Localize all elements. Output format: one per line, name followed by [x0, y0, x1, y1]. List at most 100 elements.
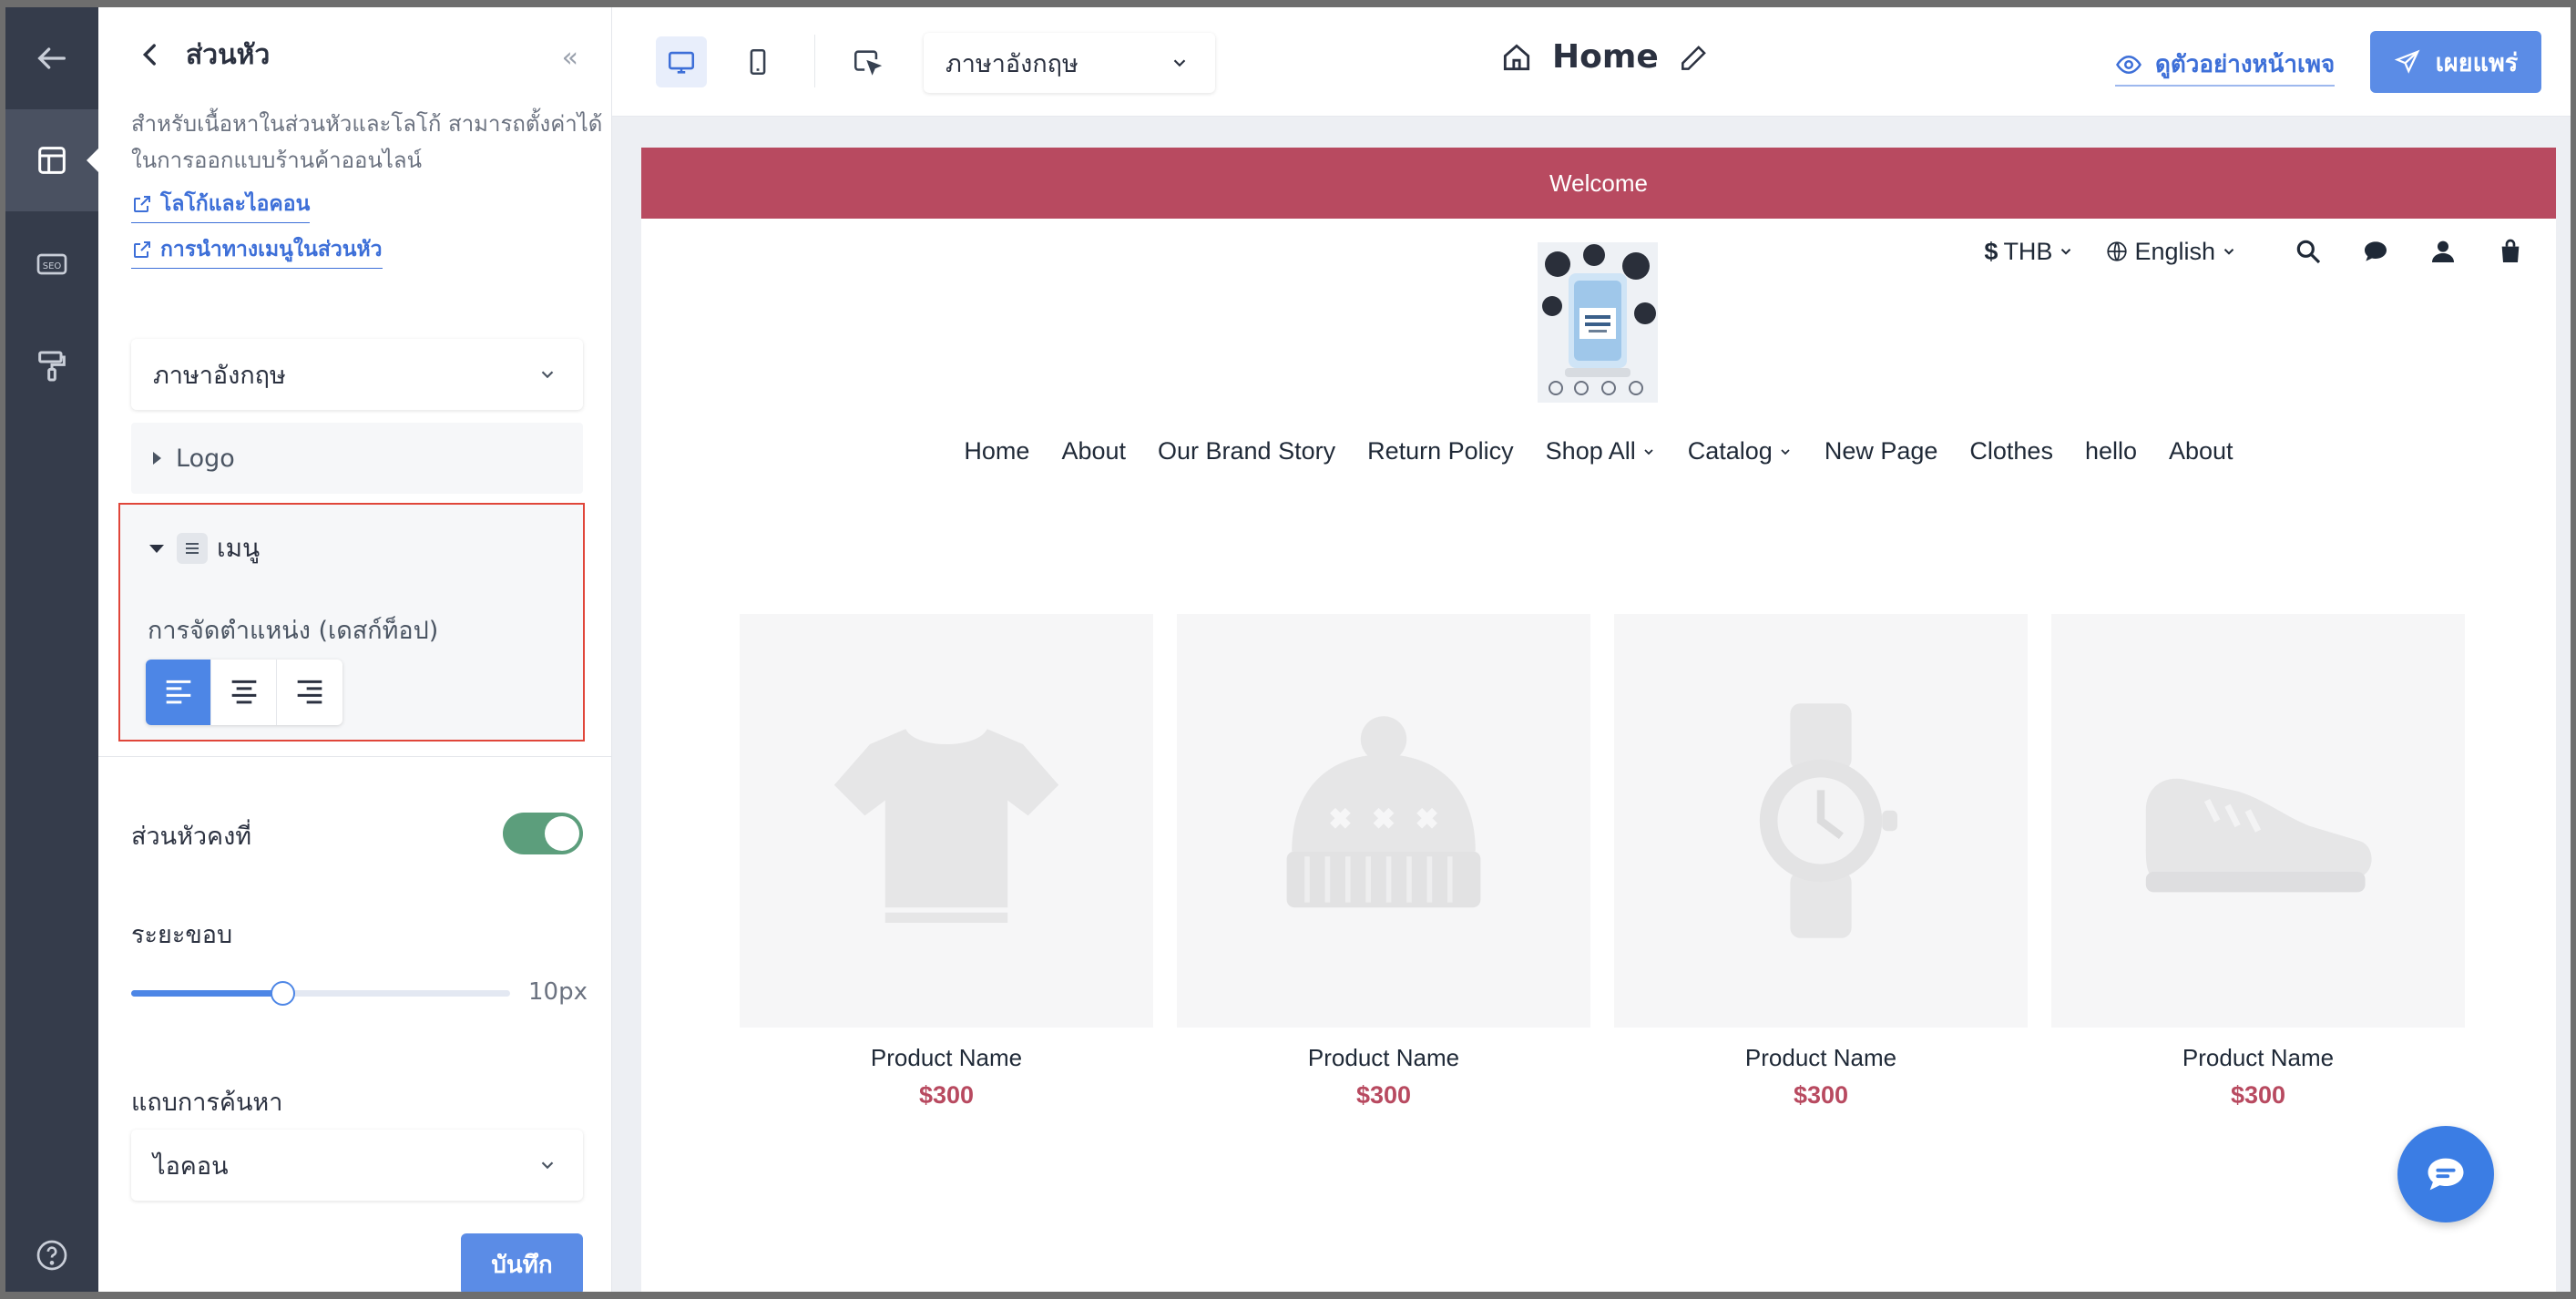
nav-home[interactable]: Home — [964, 437, 1029, 465]
rail-seo-button[interactable]: SEO — [5, 213, 98, 315]
chevron-down-icon — [1173, 59, 1186, 67]
align-button-group — [146, 660, 342, 725]
desktop-view-button[interactable] — [656, 36, 707, 87]
hamburger-icon — [177, 533, 208, 564]
cursor-select-icon — [854, 50, 883, 76]
left-rail: SEO — [5, 7, 99, 1292]
rail-layout-button[interactable] — [5, 109, 99, 211]
toolbar-language-select[interactable]: ภาษาอังกฤษ — [924, 33, 1215, 93]
site-cart-button[interactable] — [2496, 237, 2525, 266]
product-card[interactable]: Product Name $300 — [1614, 614, 2028, 1110]
dollar-icon: $ — [1984, 237, 1998, 265]
nav-shop-all[interactable]: Shop All — [1546, 437, 1656, 465]
chevron-down-icon — [2223, 249, 2234, 255]
desktop-icon — [668, 51, 695, 74]
header-settings-panel: ส่วนหัว « สำหรับเนื้อหาในส่วนหัวและโลโก้… — [98, 7, 612, 1292]
svg-text:SEO: SEO — [43, 261, 62, 271]
chevron-down-icon — [1781, 448, 1790, 455]
product-card[interactable]: Product Name $300 — [2051, 614, 2465, 1110]
product-card[interactable]: Product Name $300 — [740, 614, 1153, 1110]
product-image — [740, 614, 1153, 1028]
align-label: การจัดตำแหน่ง (เดสก์ท็อป) — [148, 617, 439, 645]
sticky-header-label: ส่วนหัวคงที่ — [131, 823, 252, 851]
tshirt-icon — [833, 729, 1059, 923]
align-left-button[interactable] — [146, 660, 211, 725]
padding-value: 10px — [528, 978, 588, 1006]
user-icon — [2432, 240, 2454, 262]
back-button[interactable] — [5, 7, 98, 109]
search-bar-label: แถบการค้นหา — [131, 1089, 283, 1117]
chat-bubble-icon — [2365, 241, 2387, 261]
header-menu-link[interactable]: การนำทางเมนูในส่วนหัว — [131, 233, 383, 269]
shopping-bag-icon — [2501, 239, 2520, 262]
panel-header: ส่วนหัว « — [98, 7, 611, 102]
chat-fab-button[interactable] — [2397, 1126, 2494, 1222]
edit-pencil-icon[interactable] — [1677, 40, 1712, 75]
logo-icons-link[interactable]: โลโก้และไอคอน — [131, 188, 311, 223]
panel-language-select[interactable]: ภาษาอังกฤษ — [131, 339, 583, 410]
panel-title: ส่วนหัว — [186, 38, 271, 71]
product-card[interactable]: Product Name $300 — [1177, 614, 1590, 1110]
sneaker-icon — [2145, 778, 2372, 893]
chevron-down-icon — [541, 1161, 554, 1170]
align-right-icon — [297, 680, 322, 704]
home-icon — [1503, 43, 1530, 70]
menu-section-toggle[interactable]: เมนู — [149, 528, 260, 568]
site-logo[interactable] — [1538, 242, 1658, 403]
editor-toolbar: ภาษาอังกฤษ Home ดูตัวอย่างหน้าเพจ เผยแพร… — [612, 7, 2571, 117]
product-image — [2051, 614, 2465, 1028]
search-bar-select[interactable]: ไอคอน — [131, 1130, 583, 1201]
nav-new-page[interactable]: New Page — [1825, 437, 1938, 465]
padding-slider[interactable] — [131, 981, 510, 1006]
align-right-button[interactable] — [277, 660, 342, 725]
sticky-header-toggle[interactable] — [503, 813, 583, 854]
product-image — [1614, 614, 2028, 1028]
rail-theme-button[interactable] — [5, 315, 98, 417]
align-center-button[interactable] — [211, 660, 277, 725]
collapse-panel-icon[interactable]: « — [562, 42, 578, 74]
site-preview: Welcome $ THB English Home About Our Bra… — [641, 148, 2556, 1292]
nav-brand-story[interactable]: Our Brand Story — [1158, 437, 1335, 465]
padding-label: ระยะขอบ — [131, 921, 233, 949]
help-icon — [36, 1240, 67, 1271]
save-button[interactable]: บันทึก — [461, 1233, 583, 1292]
site-header-tools: $ THB English — [1984, 237, 2525, 266]
menu-section: เมนู การจัดตำแหน่ง (เดสก์ท็อป) — [118, 503, 585, 742]
caret-down-icon — [149, 544, 164, 553]
chevron-left-icon[interactable] — [135, 39, 166, 70]
padding-slider-handle[interactable] — [271, 981, 296, 1006]
preview-page-link[interactable]: ดูตัวอย่างหน้าเพจ — [2115, 46, 2336, 87]
caret-right-icon — [153, 452, 161, 465]
nav-clothes[interactable]: Clothes — [1969, 437, 2053, 465]
chevron-down-icon — [2061, 249, 2071, 255]
product-grid: Product Name $300 Product Name $300 Prod… — [740, 614, 2465, 1110]
help-button[interactable] — [5, 1212, 98, 1292]
nav-about-2[interactable]: About — [2169, 437, 2234, 465]
site-account-button[interactable] — [2428, 237, 2458, 266]
logo-section-toggle[interactable]: Logo — [131, 423, 583, 494]
site-chat-button[interactable] — [2361, 237, 2390, 266]
select-element-button[interactable] — [842, 36, 893, 87]
panel-description: สำหรับเนื้อหาในส่วนหัวและโลโก้ สามารถตั้… — [131, 111, 603, 173]
currency-selector[interactable]: $ THB — [1984, 238, 2074, 266]
back-arrow-icon — [37, 47, 66, 69]
eye-icon — [2116, 55, 2142, 74]
seo-icon: SEO — [36, 253, 67, 275]
app-window: SEO ส่วนหัว « สำหรับเนื้อหาในส่วนหัวและโ… — [0, 0, 2576, 1299]
nav-hello[interactable]: hello — [2085, 437, 2137, 465]
watch-icon — [1759, 703, 1897, 938]
site-language-selector[interactable]: English — [2105, 238, 2237, 266]
external-link-icon — [134, 196, 150, 212]
mobile-view-button[interactable] — [732, 36, 783, 87]
site-search-button[interactable] — [2294, 237, 2323, 266]
product-image — [1177, 614, 1590, 1028]
mobile-icon — [750, 48, 766, 76]
publish-button[interactable]: เผยแพร่ — [2370, 31, 2541, 93]
welcome-banner: Welcome — [641, 148, 2556, 219]
globe-icon — [2107, 241, 2128, 261]
paint-roller-icon — [38, 351, 66, 382]
beanie-icon — [1286, 716, 1481, 908]
nav-about[interactable]: About — [1061, 437, 1126, 465]
nav-catalog[interactable]: Catalog — [1688, 437, 1793, 465]
nav-return-policy[interactable]: Return Policy — [1367, 437, 1514, 465]
